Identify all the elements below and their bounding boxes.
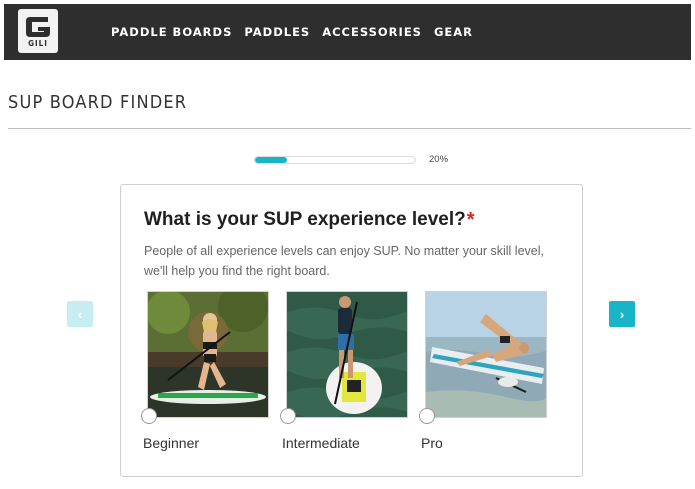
- pro-image: [426, 292, 546, 417]
- option-intermediate[interactable]: Intermediate: [280, 291, 408, 451]
- title-divider: [8, 128, 691, 129]
- pro-radio[interactable]: [419, 408, 435, 424]
- previous-button[interactable]: ‹: [67, 301, 93, 327]
- intermediate-photo[interactable]: [286, 291, 408, 418]
- option-pro[interactable]: Pro: [419, 291, 547, 451]
- logo-text: GILI: [28, 39, 48, 48]
- intermediate-image: [287, 292, 407, 417]
- question-card: What is your SUP experience level?* Peop…: [120, 184, 583, 477]
- progress-bar: [254, 156, 416, 164]
- top-navigation-bar: GILI PADDLE BOARDS PADDLES ACCESSORIES G…: [4, 4, 691, 60]
- next-button[interactable]: ›: [609, 301, 635, 327]
- chevron-left-icon: ‹: [77, 306, 83, 322]
- main-nav: PADDLE BOARDS PADDLES ACCESSORIES GEAR: [111, 4, 473, 60]
- pro-photo[interactable]: [425, 291, 547, 418]
- progress-bar-fill: [255, 157, 287, 163]
- question-description: People of all experience levels can enjo…: [144, 244, 544, 278]
- gili-logo[interactable]: GILI: [18, 9, 58, 53]
- option-beginner[interactable]: Beginner: [141, 291, 269, 451]
- question-text: What is your SUP experience level?: [144, 209, 466, 230]
- nav-item-accessories[interactable]: ACCESSORIES: [322, 25, 422, 39]
- nav-item-gear[interactable]: GEAR: [434, 25, 473, 39]
- chevron-right-icon: ›: [619, 306, 625, 322]
- intermediate-radio[interactable]: [280, 408, 296, 424]
- page-title: SUP BOARD FINDER: [8, 92, 188, 113]
- nav-item-paddle-boards[interactable]: PADDLE BOARDS: [111, 25, 232, 39]
- question-title: What is your SUP experience level?*: [144, 209, 475, 232]
- progress-label: 20%: [429, 154, 449, 165]
- required-marker: *: [466, 209, 475, 231]
- beginner-radio[interactable]: [141, 408, 157, 424]
- nav-item-paddles[interactable]: PADDLES: [244, 25, 310, 39]
- beginner-label: Beginner: [143, 435, 200, 451]
- pro-label: Pro: [421, 435, 443, 451]
- beginner-image: [148, 292, 268, 417]
- beginner-photo[interactable]: [147, 291, 269, 418]
- intermediate-label: Intermediate: [282, 435, 360, 451]
